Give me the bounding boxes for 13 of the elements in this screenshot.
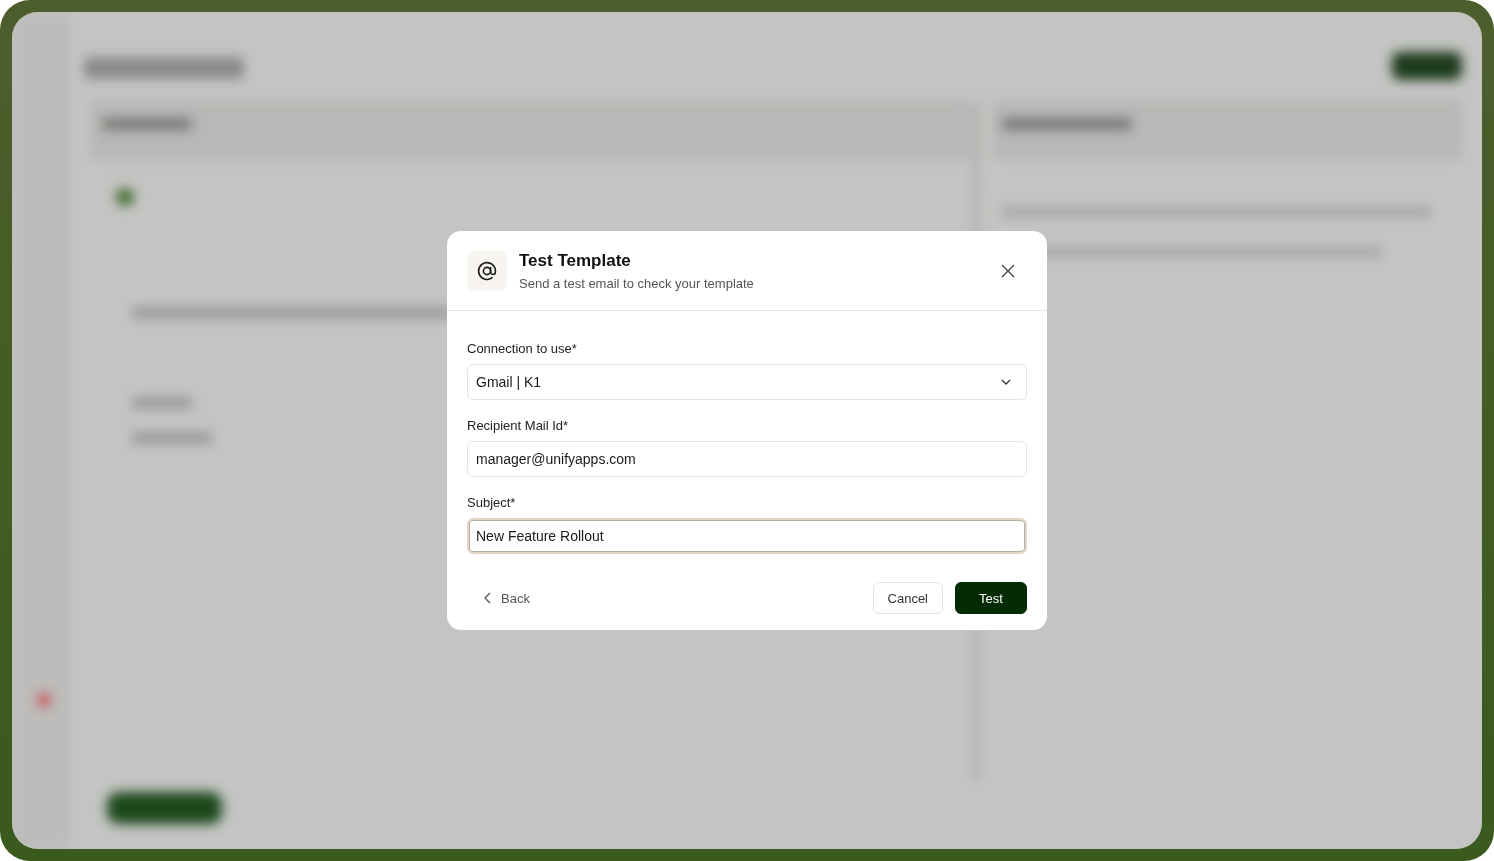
primary-button[interactable]: Test	[955, 582, 1027, 614]
input-field[interactable]: manager@unifyapps.com	[467, 441, 1027, 477]
field-label: Connection to use*	[467, 341, 578, 356]
secondary-button[interactable]: Cancel	[872, 582, 943, 614]
select-field[interactable]: Gmail | K1	[467, 364, 1027, 400]
dialog-subtitle: Send a test email to check your template	[519, 276, 755, 291]
back-button[interactable]: Back	[467, 590, 530, 606]
chevron-left-icon	[483, 592, 493, 604]
field-label: Subject*	[467, 495, 517, 510]
dialog-title: Test Template	[519, 251, 632, 271]
at-sign-icon	[467, 251, 507, 291]
input-field[interactable]: New Feature Rollout	[467, 518, 1027, 554]
field-label: Recipient Mail Id*	[467, 418, 570, 433]
